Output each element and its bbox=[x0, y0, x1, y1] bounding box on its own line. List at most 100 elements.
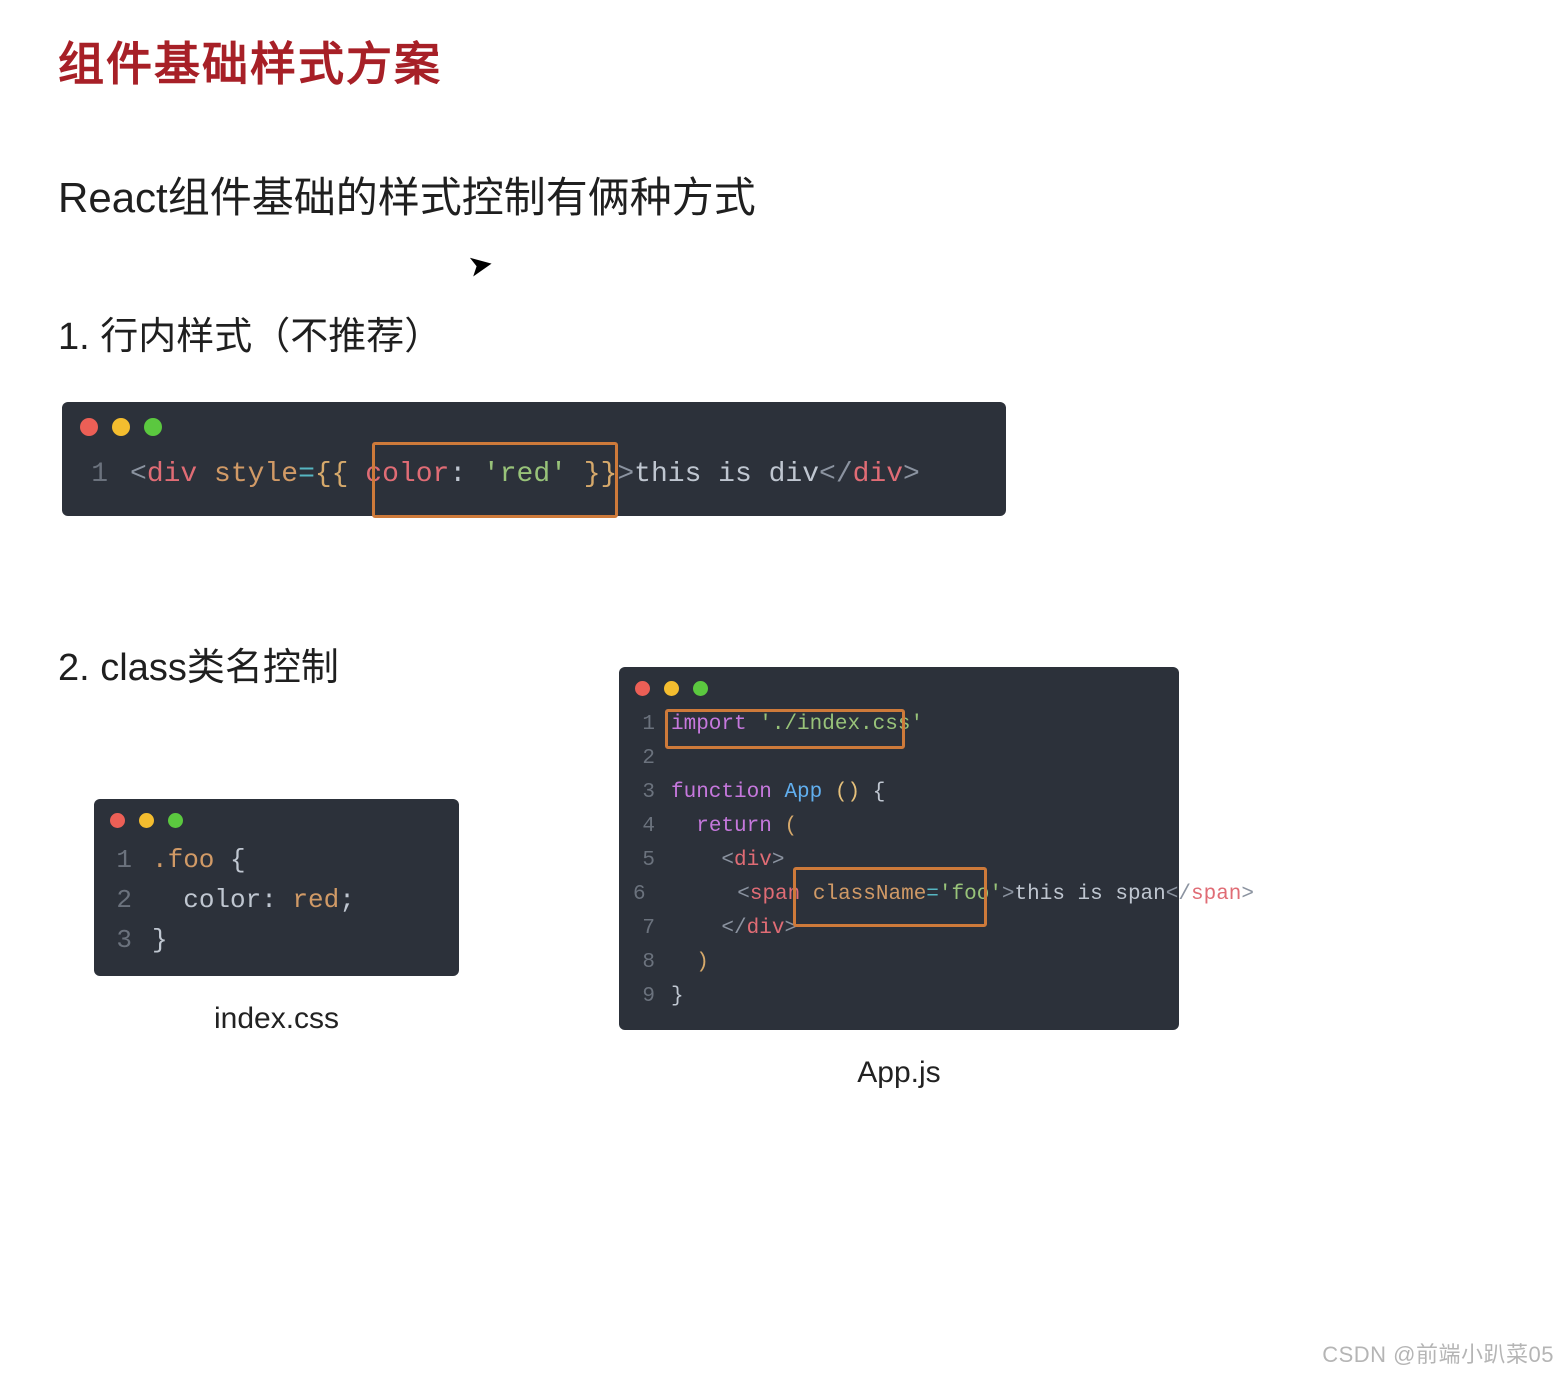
line-number: 3 bbox=[108, 920, 132, 960]
code-line: 2 color: red; bbox=[108, 880, 445, 920]
close-icon bbox=[635, 681, 650, 696]
tok: return bbox=[696, 810, 772, 844]
tok: { bbox=[873, 776, 886, 810]
tok: div bbox=[147, 452, 197, 498]
tok: ; bbox=[339, 880, 355, 920]
tok: > bbox=[772, 844, 785, 878]
tok bbox=[800, 878, 813, 912]
tok: } bbox=[152, 920, 168, 960]
code-line: 2 bbox=[633, 742, 1165, 776]
cursor-icon: ➤ bbox=[465, 246, 496, 285]
tok: < bbox=[721, 844, 734, 878]
tok: </ bbox=[819, 452, 853, 498]
maximize-icon bbox=[168, 813, 183, 828]
code-line: 1 import './index.css' bbox=[633, 708, 1165, 742]
tok: function bbox=[671, 776, 772, 810]
code-body: 1 import './index.css' 2 3 function App … bbox=[619, 704, 1179, 1030]
line-number: 6 bbox=[633, 878, 646, 912]
tok: './index.css' bbox=[759, 708, 923, 742]
minimize-icon bbox=[664, 681, 679, 696]
tok bbox=[197, 452, 214, 498]
window-controls bbox=[619, 667, 1179, 704]
tok: </ bbox=[721, 912, 746, 946]
code-line: 1 <div style={{ color: 'red' }}>this is … bbox=[80, 452, 988, 498]
tok: = bbox=[298, 452, 315, 498]
tok: > bbox=[617, 452, 634, 498]
caption-css: index.css bbox=[214, 1002, 339, 1036]
line-number: 9 bbox=[633, 980, 655, 1014]
tok: color bbox=[183, 880, 261, 920]
line-number: 4 bbox=[633, 810, 655, 844]
tok: > bbox=[1002, 878, 1015, 912]
tok: < bbox=[130, 452, 147, 498]
tok: span bbox=[1191, 878, 1241, 912]
tok bbox=[822, 776, 835, 810]
line-number: 2 bbox=[108, 880, 132, 920]
window-controls bbox=[62, 402, 1006, 446]
maximize-icon bbox=[693, 681, 708, 696]
code-block-inline-style: 1 <div style={{ color: 'red' }}>this is … bbox=[62, 402, 1006, 516]
tok bbox=[860, 776, 873, 810]
close-icon bbox=[110, 813, 125, 828]
tok: { bbox=[230, 840, 246, 880]
line-number: 3 bbox=[633, 776, 655, 810]
column-app: 1 import './index.css' 2 3 function App … bbox=[619, 667, 1179, 1090]
tok: this is div bbox=[634, 452, 819, 498]
code-line: 7 </div> bbox=[633, 912, 1165, 946]
code-line: 9 } bbox=[633, 980, 1165, 1014]
tok bbox=[671, 912, 721, 946]
watermark: CSDN @前端小趴菜05 bbox=[1322, 1337, 1554, 1369]
tok: ) bbox=[696, 946, 709, 980]
tok: < bbox=[737, 878, 750, 912]
tok: .foo bbox=[152, 840, 214, 880]
tok: App bbox=[784, 776, 822, 810]
page-title: 组件基础样式方案 bbox=[58, 28, 1508, 94]
tok: 'red' bbox=[483, 452, 567, 498]
code-line: 3 function App () { bbox=[633, 776, 1165, 810]
tok bbox=[662, 878, 738, 912]
tok: div bbox=[853, 452, 903, 498]
minimize-icon bbox=[139, 813, 154, 828]
tok: </ bbox=[1166, 878, 1191, 912]
tok: }} bbox=[567, 452, 617, 498]
tok: ( bbox=[835, 776, 848, 810]
line-number: 2 bbox=[633, 742, 655, 776]
code-line: 5 <div> bbox=[633, 844, 1165, 878]
code-line: 8 ) bbox=[633, 946, 1165, 980]
tok: style bbox=[214, 452, 298, 498]
tok bbox=[214, 840, 230, 880]
tok: div bbox=[747, 912, 785, 946]
minimize-icon bbox=[112, 418, 130, 436]
tok: = bbox=[926, 878, 939, 912]
code-line: 1 .foo { bbox=[108, 840, 445, 880]
maximize-icon bbox=[144, 418, 162, 436]
tok: } bbox=[671, 980, 684, 1014]
line-number: 1 bbox=[108, 840, 132, 880]
line-number: 8 bbox=[633, 946, 655, 980]
line-number: 7 bbox=[633, 912, 655, 946]
code-line: 3 } bbox=[108, 920, 445, 960]
caption-app: App.js bbox=[857, 1056, 940, 1090]
tok bbox=[671, 946, 696, 980]
line-number: 1 bbox=[633, 708, 655, 742]
tok: ) bbox=[847, 776, 860, 810]
tok: div bbox=[734, 844, 772, 878]
tok: className bbox=[813, 878, 926, 912]
page-subtitle: React组件基础的样式控制有俩种方式 bbox=[58, 164, 1508, 225]
tok: ( bbox=[784, 810, 797, 844]
code-body: 1 <div style={{ color: 'red' }}>this is … bbox=[62, 446, 1006, 516]
tok: > bbox=[903, 452, 920, 498]
code-line: 6 <span className='foo'>this is span</sp… bbox=[633, 878, 1165, 912]
tok bbox=[671, 810, 696, 844]
tok bbox=[152, 880, 183, 920]
tok bbox=[671, 844, 721, 878]
line-number: 1 bbox=[80, 452, 108, 498]
tok: : bbox=[261, 880, 292, 920]
window-controls bbox=[94, 799, 459, 836]
line-number: 5 bbox=[633, 844, 655, 878]
code-block-css: 1 .foo { 2 color: red; 3 } bbox=[94, 799, 459, 976]
tok: > bbox=[784, 912, 797, 946]
tok: span bbox=[750, 878, 800, 912]
code-line: 4 return ( bbox=[633, 810, 1165, 844]
tok: 'foo' bbox=[939, 878, 1002, 912]
